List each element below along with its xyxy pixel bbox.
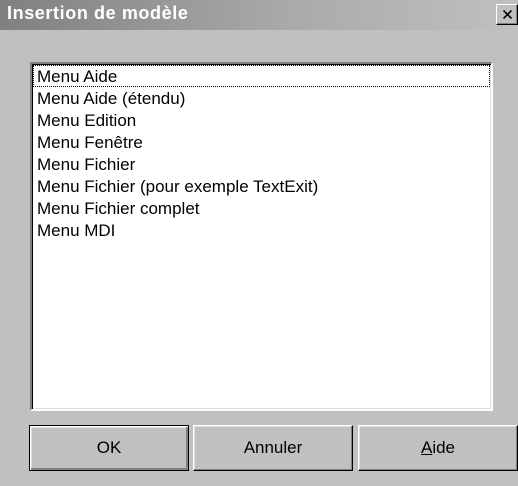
close-button[interactable] [496,4,518,25]
window-title: Insertion de modèle [7,3,189,23]
template-insert-dialog: Insertion de modèle Menu Aide Menu Aide … [0,0,518,486]
cancel-button[interactable]: Annuler [193,425,353,471]
help-button[interactable]: Aide [358,425,518,471]
help-label-rest: ide [432,438,456,457]
list-item[interactable]: Menu Fenêtre [33,131,490,153]
title-bar[interactable]: Insertion de modèle [0,0,518,30]
list-item[interactable]: Menu Fichier complet [33,197,490,219]
list-item[interactable]: Menu Fichier (pour exemple TextExit) [33,175,490,197]
close-x-icon [503,10,512,19]
ok-button[interactable]: OK [29,425,189,471]
list-item[interactable]: Menu Fichier [33,153,490,175]
help-accelerator: A [420,438,433,457]
list-item[interactable]: Menu Aide [33,65,490,87]
template-list: Menu Aide Menu Aide (étendu) Menu Editio… [33,65,490,241]
list-item[interactable]: Menu Edition [33,109,490,131]
list-item[interactable]: Menu MDI [33,219,490,241]
list-item[interactable]: Menu Aide (étendu) [33,87,490,109]
template-listbox[interactable]: Menu Aide Menu Aide (étendu) Menu Editio… [30,62,493,411]
